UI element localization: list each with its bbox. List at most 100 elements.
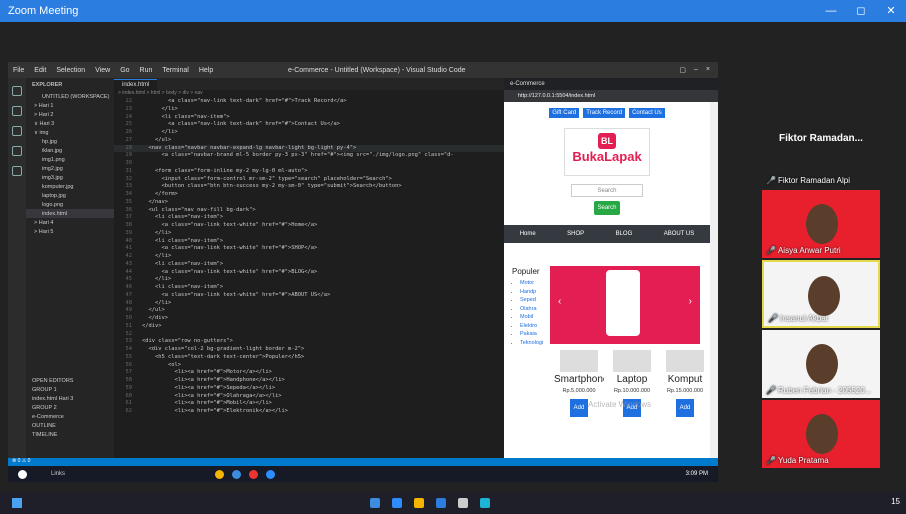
code-line[interactable]: 22 <a class="nav-link text-dark" href="#… (114, 98, 504, 106)
code-line[interactable]: 32 <input class="form-control mr-sm-2" t… (114, 176, 504, 184)
taskbar-search[interactable]: Links (51, 471, 65, 477)
maximize-button[interactable]: ◻ (846, 0, 876, 22)
code-line[interactable]: 38 <a class="nav-link text-white" href="… (114, 222, 504, 230)
nav-link[interactable]: BLOG (616, 231, 633, 237)
chrome-icon[interactable] (414, 498, 424, 508)
code-editor[interactable]: index.html > index.html > html > body > … (114, 78, 504, 458)
file-tree-item[interactable]: > Hari 5 (26, 227, 114, 236)
file-tree-item[interactable]: > Hari 2 (26, 110, 114, 119)
code-line[interactable]: 59 <li><a href="#">Sepeda</a></li> (114, 385, 504, 393)
code-line[interactable]: 61 <li><a href="#">Mobil</a></li> (114, 400, 504, 408)
code-line[interactable]: 41 <a class="nav-link text-white" href="… (114, 245, 504, 253)
code-line[interactable]: 40 <li class="nav-item"> (114, 238, 504, 246)
nav-link[interactable]: SHOP (567, 231, 584, 237)
code-line[interactable]: 37 <li class="nav-item"> (114, 214, 504, 222)
open-editors-item[interactable]: index.html Hari 3 (26, 394, 114, 403)
code-line[interactable]: 58 <li><a href="#">Handphone</a></li> (114, 377, 504, 385)
code-line[interactable]: 48 </li> (114, 300, 504, 308)
top-link[interactable]: Gift Card (549, 108, 580, 118)
file-tree-item[interactable]: img2.jpg (26, 164, 114, 173)
files-icon[interactable] (12, 86, 22, 96)
brand-logo[interactable]: BL BukaLapak (564, 128, 650, 176)
menu-item-file[interactable]: File (13, 67, 24, 74)
participant-tile[interactable]: 🎤 Insanul Akbar (762, 260, 880, 328)
file-tree-item[interactable]: > Hari 4 (26, 218, 114, 227)
file-tree-item[interactable]: iklan.jpg (26, 146, 114, 155)
menu-item-selection[interactable]: Selection (56, 67, 85, 74)
participant-tile[interactable]: 🎤 Yuda Pratama (762, 400, 880, 468)
code-line[interactable]: 26 </li> (114, 129, 504, 137)
open-editors-item[interactable]: GROUP 2 (26, 403, 114, 412)
vscode-icon[interactable] (232, 469, 242, 479)
code-line[interactable]: 44 <a class="nav-link text-white" href="… (114, 269, 504, 277)
featured-speaker[interactable]: Fiktor Ramadan... (762, 106, 880, 170)
menu-item-go[interactable]: Go (120, 67, 129, 74)
code-line[interactable]: 49 </ul> (114, 307, 504, 315)
app-icon[interactable] (480, 498, 490, 508)
close-icon[interactable]: × (706, 66, 710, 74)
menu-item-help[interactable]: Help (199, 67, 213, 74)
extensions-icon[interactable] (12, 166, 22, 176)
menu-item-terminal[interactable]: Terminal (162, 67, 188, 74)
open-editors-item[interactable]: OPEN EDITORS (26, 376, 114, 385)
close-button[interactable]: ✕ (876, 0, 906, 22)
file-tree-item[interactable]: hp.jpg (26, 137, 114, 146)
code-line[interactable]: 31 <form class="form-inline my-2 my-lg-0… (114, 168, 504, 176)
code-line[interactable]: 52 (114, 331, 504, 339)
code-line[interactable]: 23 </li> (114, 106, 504, 114)
participant-tile[interactable]: 🎤 Aisya Anwar Putri (762, 190, 880, 258)
code-line[interactable]: 36 <ul class="nav nav-fill bg-dark"> (114, 207, 504, 215)
zoom-icon[interactable] (266, 469, 276, 479)
file-tree-item[interactable]: ∨ img (26, 128, 114, 137)
debug-icon[interactable] (12, 146, 22, 156)
scrollbar[interactable] (710, 102, 718, 458)
zoom-icon[interactable] (392, 498, 402, 508)
code-line[interactable]: 56 <ol> (114, 362, 504, 370)
app-icon[interactable] (458, 498, 468, 508)
carousel-banner[interactable]: ‹ › (550, 266, 700, 344)
code-line[interactable]: 34 </form> (114, 191, 504, 199)
code-line[interactable]: 42 </li> (114, 253, 504, 261)
url-bar[interactable]: http://127.0.0.1:5504/index.html (518, 93, 595, 99)
participant-tile[interactable]: 🎤 Fiktor Ramadan Alpi (762, 170, 880, 188)
chevron-right-icon[interactable]: › (689, 296, 692, 307)
code-line[interactable]: 29 <a class="navbar-brand ml-5 border py… (114, 152, 504, 160)
nav-link[interactable]: ABOUT US (664, 231, 695, 237)
shared-screen[interactable]: File Edit Selection View Go Run Terminal Help e… (8, 62, 718, 482)
file-tree-item[interactable]: komputer.jpg (26, 182, 114, 191)
code-line[interactable]: 51 </div> (114, 323, 504, 331)
top-link[interactable]: Contact Us (629, 108, 665, 118)
code-line[interactable]: 46 <li class="nav-item"> (114, 284, 504, 292)
layout-icon[interactable]: ▢ (679, 66, 686, 74)
code-line[interactable]: 54 <div class="col-2 bg-gradient-light b… (114, 346, 504, 354)
nav-link[interactable]: Home (520, 231, 536, 237)
code-line[interactable]: 55 <h5 class="text-dark text-center">Pop… (114, 354, 504, 362)
code-line[interactable]: 24 <li class="nav-item"> (114, 114, 504, 122)
add-to-cart-button[interactable]: Add To (676, 399, 694, 429)
menu-item-run[interactable]: Run (140, 67, 153, 74)
code-line[interactable]: 60 <li><a href="#">Olahraga</a></li> (114, 393, 504, 401)
code-line[interactable]: 27 </ul> (114, 137, 504, 145)
file-tree-item[interactable]: index.html (26, 209, 114, 218)
code-line[interactable]: 57 <li><a href="#">Motor</a></li> (114, 369, 504, 377)
search-icon[interactable] (12, 106, 22, 116)
code-line[interactable]: 47 <a class="nav-link text-white" href="… (114, 292, 504, 300)
app-icon[interactable] (249, 469, 259, 479)
file-tree-item[interactable]: laptop.jpg (26, 191, 114, 200)
tab-index-html[interactable]: index.html (114, 78, 158, 90)
open-editors-item[interactable]: GROUP 1 (26, 385, 114, 394)
open-editors-item[interactable]: e-Commerce (26, 412, 114, 421)
search-input[interactable]: Search (571, 184, 643, 197)
app-icon[interactable] (436, 498, 446, 508)
file-tree-item[interactable]: img3.jpg (26, 173, 114, 182)
chevron-left-icon[interactable]: ‹ (558, 296, 561, 307)
top-link[interactable]: Track Record (583, 108, 626, 118)
file-tree-item[interactable]: img1.png (26, 155, 114, 164)
browser-tab[interactable]: e-Commerce (510, 81, 545, 87)
code-lines[interactable]: 22 <a class="nav-link text-dark" href="#… (114, 98, 504, 416)
file-tree-item[interactable]: logo.png (26, 200, 114, 209)
file-tree-item[interactable]: ∨ Hari 3 (26, 119, 114, 128)
code-line[interactable]: 43 <li class="nav-item"> (114, 261, 504, 269)
code-line[interactable]: 50 </div> (114, 315, 504, 323)
code-line[interactable]: 30 (114, 160, 504, 168)
